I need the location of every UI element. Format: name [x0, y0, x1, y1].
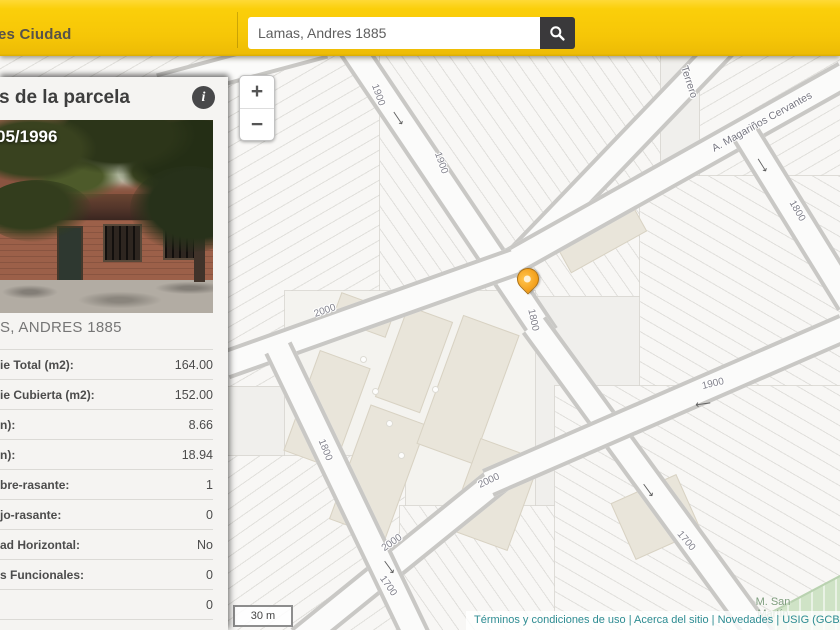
- search-box: [248, 17, 575, 49]
- attribute-value: No: [197, 538, 213, 552]
- attribute-value: 0: [206, 598, 213, 612]
- info-icon: i: [202, 90, 206, 105]
- app-header: es Ciudad: [0, 0, 840, 56]
- attribute-label: n):: [0, 418, 15, 432]
- parcel-attribute-row: jo-rasante: 0: [0, 499, 213, 529]
- photo-window: [103, 224, 142, 262]
- parcel-attribute-row: ie Total (m2): 164.00: [0, 349, 213, 379]
- map-attribution: Términos y condiciones de uso | Acerca d…: [466, 611, 840, 630]
- parcel-attribute-row: n): 18.94: [0, 439, 213, 469]
- map-dot: [432, 386, 439, 393]
- zoom-control: + −: [239, 75, 275, 141]
- attribute-value: 8.66: [189, 418, 213, 432]
- photo-date-overlay: 05/1996: [0, 127, 57, 147]
- one-way-arrow-icon: ⟶: [694, 396, 711, 411]
- parcel-attribute-table: ie Total (m2): 164.00 ie Cubierta (m2): …: [0, 349, 213, 620]
- attribute-label: ad Horizontal:: [0, 538, 80, 552]
- attribute-value: 152.00: [175, 388, 213, 402]
- parcel-info-panel: s de la parcela i 05/1996 S, ANDRES 1885…: [0, 77, 228, 630]
- photo-sidewalk: [0, 280, 213, 313]
- parcel-attribute-row: bre-rasante: 1: [0, 469, 213, 499]
- search-input[interactable]: [248, 17, 540, 49]
- parcel-attribute-row: s Funcionales: 0: [0, 559, 213, 589]
- attribute-label: ie Total (m2):: [0, 358, 74, 372]
- parcel-attribute-row: ie Cubierta (m2): 152.00: [0, 379, 213, 409]
- parcel-attribute-row: 0: [0, 589, 213, 620]
- parcel-photo: 05/1996: [0, 120, 213, 313]
- attribution-separator: |: [776, 614, 779, 626]
- news-link[interactable]: Novedades: [718, 614, 774, 626]
- attribute-value: 0: [206, 568, 213, 582]
- panel-title: s de la parcela: [0, 87, 130, 109]
- info-button[interactable]: i: [192, 86, 215, 109]
- map-dot: [372, 388, 379, 395]
- attribute-label: n):: [0, 448, 15, 462]
- attribution-credit: USIG (GCBA), © O: [782, 614, 840, 626]
- about-link[interactable]: Acerca del sitio: [634, 614, 709, 626]
- attribution-separator: |: [629, 614, 632, 626]
- map-dot: [386, 420, 393, 427]
- zoom-out-button[interactable]: −: [240, 109, 274, 141]
- attribute-value: 18.94: [182, 448, 213, 462]
- map-dot: [398, 452, 405, 459]
- attribution-separator: |: [712, 614, 715, 626]
- scale-bar: 30 m: [233, 605, 293, 627]
- attribute-label: ie Cubierta (m2):: [0, 388, 95, 402]
- header-divider: [237, 12, 238, 48]
- attribute-label: jo-rasante:: [0, 508, 61, 522]
- parcel-address: S, ANDRES 1885: [0, 319, 122, 336]
- map-dot: [360, 356, 367, 363]
- attribute-value: 164.00: [175, 358, 213, 372]
- attribute-label: bre-rasante:: [0, 478, 69, 492]
- parcel-attribute-row: n): 8.66: [0, 409, 213, 439]
- terms-link[interactable]: Términos y condiciones de uso: [474, 614, 626, 626]
- parcel-attribute-row: ad Horizontal: No: [0, 529, 213, 559]
- search-icon: [549, 25, 566, 42]
- search-button[interactable]: [540, 17, 575, 49]
- attribute-label: s Funcionales:: [0, 568, 84, 582]
- zoom-in-button[interactable]: +: [240, 76, 274, 109]
- attribute-value: 0: [206, 508, 213, 522]
- brand-logo: es Ciudad: [0, 26, 71, 43]
- page: 1900 1900 1800 1700 1900 1800 2000 1800 …: [0, 0, 840, 630]
- attribute-value: 1: [206, 478, 213, 492]
